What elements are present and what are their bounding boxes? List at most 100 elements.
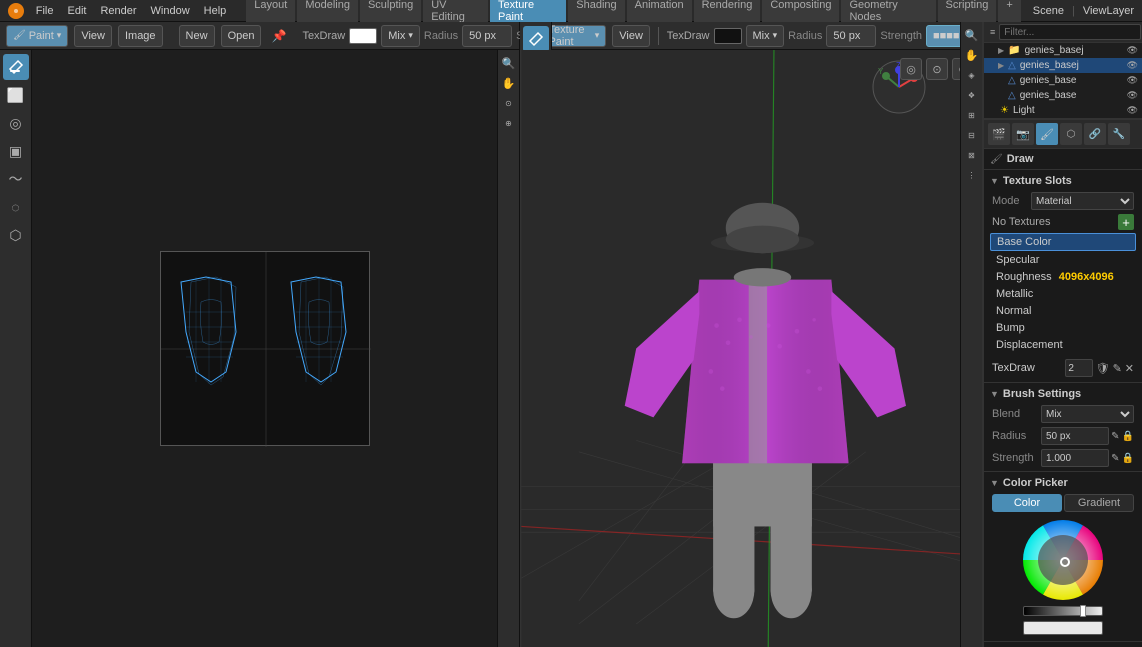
menu-help[interactable]: Help: [204, 5, 227, 17]
tab-scripting[interactable]: Scripting: [938, 0, 997, 25]
menu-edit[interactable]: Edit: [67, 5, 86, 17]
tab-modeling[interactable]: Modeling: [297, 0, 358, 25]
texture-slots-header[interactable]: ▼ Texture Slots: [988, 172, 1138, 190]
mode-select[interactable]: Material: [1031, 192, 1134, 210]
props-constraint-tab[interactable]: 🔗: [1084, 123, 1106, 145]
texture-slot-normal[interactable]: Normal: [990, 303, 1136, 319]
brush-settings-header[interactable]: ▼ Brush Settings: [988, 385, 1138, 403]
vp-extra1-btn[interactable]: ◈: [963, 66, 981, 84]
texture-slot-metallic[interactable]: Metallic: [990, 286, 1136, 302]
radius-value-display[interactable]: 50 px: [1041, 427, 1109, 445]
soften-tool-btn[interactable]: ◌: [3, 194, 29, 220]
mix-dropdown-left[interactable]: Mix▾: [381, 25, 420, 47]
texdraw-edit-icon[interactable]: ✎: [1113, 362, 1122, 375]
mask-tool-btn[interactable]: ⬡: [3, 222, 29, 248]
outliner-search-input[interactable]: [999, 24, 1141, 40]
texdraw-close-icon[interactable]: ✕: [1125, 362, 1134, 375]
eye-icon-5[interactable]: 👁: [1127, 105, 1138, 116]
eye-icon-4[interactable]: 👁: [1127, 90, 1138, 101]
menu-window[interactable]: Window: [151, 5, 190, 17]
vp-extra3-btn[interactable]: ⊞: [963, 106, 981, 124]
viewport-overlay-btn[interactable]: ⊙: [926, 58, 948, 80]
eye-icon-1[interactable]: 👁: [1127, 45, 1138, 56]
color-wheel-container[interactable]: [1021, 518, 1106, 603]
props-modifier-tab[interactable]: 🔧: [1108, 123, 1130, 145]
draw-tool-btn[interactable]: [3, 54, 29, 80]
brightness-bar[interactable]: [1023, 606, 1103, 616]
texture-slot-roughness[interactable]: Roughness 4096x4096: [990, 269, 1136, 285]
blend-select[interactable]: Mix: [1041, 405, 1134, 423]
color-palette-header[interactable]: ▶ Color Palette: [984, 642, 1142, 647]
scene-name[interactable]: Scene: [1033, 5, 1064, 17]
props-object-tab[interactable]: ⬡: [1060, 123, 1082, 145]
texdraw-shield-icon[interactable]: 🛡: [1096, 362, 1110, 375]
texture-slot-specular[interactable]: Specular: [990, 252, 1136, 268]
radius-lock-icon[interactable]: 🔒: [1122, 431, 1134, 442]
color-picker-section: ▼ Color Picker Color Gradient: [984, 472, 1142, 642]
tab-layout[interactable]: Layout: [246, 0, 295, 25]
color-output-swatch[interactable]: [1023, 621, 1103, 635]
tab-add[interactable]: +: [998, 0, 1020, 25]
clone-tool-btn[interactable]: ◎: [3, 110, 29, 136]
mix-dropdown-right[interactable]: Mix▾: [746, 25, 785, 47]
outliner-item-3[interactable]: △ genies_base 👁: [984, 73, 1142, 88]
gizmo-btn[interactable]: ⊕: [500, 114, 518, 132]
view-menu-btn[interactable]: View: [74, 25, 112, 47]
vp-extra5-btn[interactable]: ⊠: [963, 146, 981, 164]
new-btn[interactable]: New: [179, 25, 215, 47]
add-texture-btn[interactable]: +: [1118, 214, 1134, 230]
outliner-item-2[interactable]: ▶ △ genies_basej 👁: [984, 58, 1142, 73]
tab-animation[interactable]: Animation: [627, 0, 692, 25]
fill-tool-btn[interactable]: ▣: [3, 138, 29, 164]
tab-rendering[interactable]: Rendering: [694, 0, 761, 25]
texture-slot-displacement[interactable]: Displacement: [990, 337, 1136, 353]
strength-value-display[interactable]: 1.000: [1041, 449, 1109, 467]
open-btn[interactable]: Open: [221, 25, 262, 47]
image-menu-btn[interactable]: Image: [118, 25, 163, 47]
tab-geometry-nodes[interactable]: Geometry Nodes: [841, 0, 935, 25]
eye-icon-2[interactable]: 👁: [1127, 60, 1138, 71]
zoom-in-btn[interactable]: 🔍: [500, 54, 518, 72]
texdraw-num-input[interactable]: [1065, 359, 1093, 377]
tab-compositing[interactable]: Compositing: [762, 0, 839, 25]
outliner-item-1[interactable]: ▶ 📁 genies_basej 👁: [984, 43, 1142, 58]
texture-slot-base-color[interactable]: Base Color: [990, 233, 1136, 251]
grab-tool-btn[interactable]: ✋: [500, 74, 518, 92]
texture-slot-bump[interactable]: Bump: [990, 320, 1136, 336]
eye-icon-3[interactable]: 👁: [1127, 75, 1138, 86]
outliner-item-4[interactable]: △ genies_base 👁: [984, 88, 1142, 103]
outliner-item-5[interactable]: ☀ Light 👁: [984, 103, 1142, 118]
radius-input-right[interactable]: 50 px: [826, 25, 876, 47]
props-active-tab[interactable]: 🖌: [1036, 123, 1058, 145]
view-layer-name[interactable]: ViewLayer: [1083, 5, 1134, 17]
tab-texture-paint[interactable]: Texture Paint: [490, 0, 566, 25]
gradient-tab[interactable]: Gradient: [1064, 494, 1134, 512]
color-swatch-right[interactable]: [714, 28, 742, 44]
viewport-shading-btn[interactable]: ◎: [900, 58, 922, 80]
top-right-controls: Scene | ViewLayer: [1033, 5, 1134, 17]
props-scene-tab[interactable]: 🎬: [988, 123, 1010, 145]
paint-mode-btn[interactable]: 🖌 Paint ▾: [6, 25, 68, 47]
smear-tool-btn[interactable]: 〜: [3, 166, 29, 192]
radius-edit-icon[interactable]: ✎: [1111, 431, 1119, 442]
tab-uv-editing[interactable]: UV Editing: [423, 0, 488, 25]
main-menu: File Edit Render Window Help: [36, 5, 227, 17]
props-render-tab[interactable]: 📷: [1012, 123, 1034, 145]
vp-grab-btn[interactable]: ✋: [963, 50, 981, 64]
menu-render[interactable]: Render: [100, 5, 136, 17]
vp-extra4-btn[interactable]: ⊟: [963, 126, 981, 144]
strength-edit-icon[interactable]: ✎: [1111, 453, 1119, 464]
color-tab[interactable]: Color: [992, 494, 1062, 512]
view-menu-btn-right[interactable]: View: [612, 25, 650, 47]
vp-extra6-btn[interactable]: ⋮: [963, 166, 981, 184]
eraser-tool-btn[interactable]: ⬜: [3, 82, 29, 108]
tab-sculpting[interactable]: Sculpting: [360, 0, 421, 25]
color-swatch-left[interactable]: [349, 28, 377, 44]
strength-lock-icon[interactable]: 🔒: [1122, 453, 1134, 464]
overlay-btn[interactable]: ⊙: [500, 94, 518, 112]
menu-file[interactable]: File: [36, 5, 54, 17]
vp-extra2-btn[interactable]: ❖: [963, 86, 981, 104]
radius-input-left[interactable]: 50 px: [462, 25, 512, 47]
color-picker-header[interactable]: ▼ Color Picker: [988, 474, 1138, 492]
tab-shading[interactable]: Shading: [568, 0, 624, 25]
